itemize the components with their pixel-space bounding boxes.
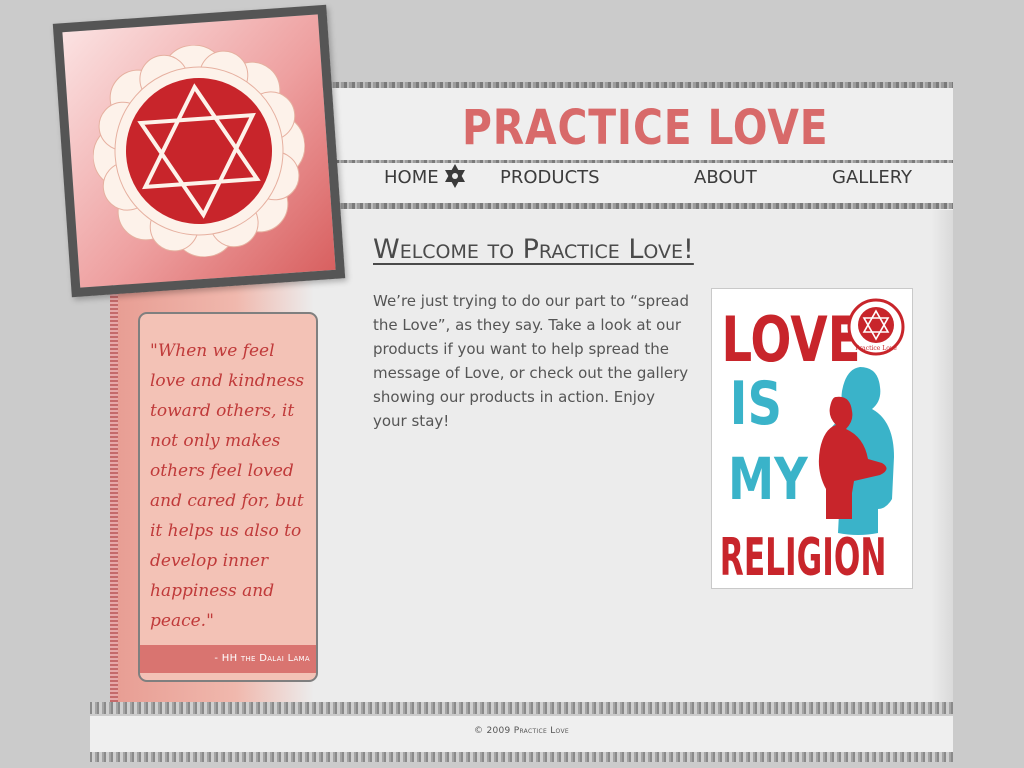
nav-about[interactable]: ABOUT: [694, 167, 757, 188]
sidebar-edge: [110, 290, 118, 702]
quote-attribution: - HH the Dalai Lama: [140, 645, 316, 673]
header-top-rule: [320, 82, 953, 88]
product-poster[interactable]: LOVE IS MY RELIGION Practice Love: [711, 288, 913, 589]
nav-products[interactable]: PRODUCTS: [500, 167, 600, 188]
copyright-text: © 2009 Practice Love: [474, 726, 569, 736]
nav-top-rule: [320, 160, 953, 163]
poster-seal-text: Practice Love: [855, 345, 897, 352]
nav-bottom-rule: [320, 203, 953, 209]
poster-line-is: IS: [730, 369, 782, 439]
panel-shadow: [931, 210, 953, 704]
star-of-david-icon: [445, 164, 465, 188]
nav-home[interactable]: HOME: [384, 167, 439, 188]
intro-text: We’re just trying to do our part to “spr…: [373, 292, 689, 430]
poster-line-religion: RELIGION: [720, 528, 887, 588]
star-of-david-lotus-icon: [92, 44, 306, 258]
nav-gallery[interactable]: GALLERY: [832, 167, 912, 188]
poster-seal-icon: Practice Love: [847, 298, 905, 356]
footer: © 2009 Practice Love: [90, 716, 953, 752]
embracing-couple-figure: [818, 367, 894, 535]
poster-line-love: LOVE: [721, 304, 860, 376]
poster-line-my: MY: [728, 446, 809, 513]
footer-bottom-rule: [90, 752, 953, 762]
quote-box: "When we feel love and kindness toward o…: [138, 312, 318, 682]
footer-top-rule: [90, 702, 953, 714]
love-is-my-religion-poster: LOVE IS MY RELIGION Practice Love: [720, 298, 905, 588]
logo-badge[interactable]: [52, 4, 346, 298]
quote-text: "When we feel love and kindness toward o…: [150, 341, 305, 631]
site-logo-text[interactable]: PRACTICE LOVE: [462, 104, 828, 152]
page-title: Welcome to Practice Love!: [373, 234, 694, 265]
